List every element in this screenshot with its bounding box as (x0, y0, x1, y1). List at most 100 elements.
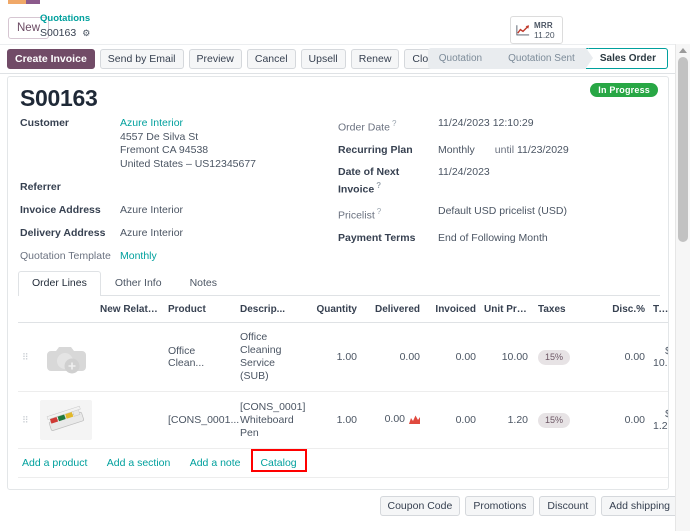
mrr-smart-button[interactable]: MRR 11.20 (510, 16, 563, 44)
next-invoice-value[interactable]: 11/24/2023 (438, 166, 490, 197)
quotation-template-value[interactable]: Monthly (120, 250, 157, 263)
tax-excl-cell[interactable]: $ 10.00 (649, 322, 668, 392)
header-image (36, 296, 96, 323)
coupon-code-button[interactable]: Coupon Code (379, 496, 461, 516)
header-description[interactable]: Descrip... (236, 296, 299, 323)
invoice-address-label: Invoice Address (20, 204, 101, 216)
product-cell[interactable]: [CONS_0001... (164, 391, 239, 449)
status-badge-in-progress: In Progress (590, 83, 658, 97)
cancel-button[interactable]: Cancel (246, 49, 296, 69)
vertical-scrollbar[interactable] (675, 44, 690, 531)
promotions-button[interactable]: Promotions (465, 496, 535, 516)
drag-handle-icon[interactable]: ⠿ (18, 322, 36, 392)
header-quantity[interactable]: Quantity (299, 296, 361, 323)
invoiced-cell[interactable]: 0.00 (424, 322, 480, 392)
field-quotation-template: Quotation Template Monthly (20, 250, 350, 263)
table-row[interactable]: ⠿ Office Clean... Office Cleaning Servic… (18, 322, 668, 392)
add-a-section-link[interactable]: Add a section (107, 457, 171, 469)
recurring-plan-value[interactable]: Monthly until 11/23/2029 (438, 144, 569, 157)
order-date-value[interactable]: 11/24/2023 12:10:29 (438, 117, 534, 135)
delivery-warning-icon[interactable] (409, 415, 420, 427)
notebook: Order Lines Other Info Notes New Relate.… (18, 270, 668, 478)
send-by-email-button[interactable]: Send by Email (99, 49, 184, 69)
unit-price-cell[interactable]: 1.20 (480, 391, 532, 449)
header-taxes[interactable]: Taxes (532, 296, 587, 323)
add-shipping-button[interactable]: Add shipping (601, 496, 678, 516)
right-field-group: Order Date? 11/24/2023 12:10:29 Recurrin… (338, 117, 663, 252)
help-icon[interactable]: ? (392, 119, 396, 128)
unit-price-cell[interactable]: 10.00 (480, 322, 532, 392)
delivered-cell[interactable]: 0.00 (361, 322, 424, 392)
taxes-cell[interactable]: 15% (532, 391, 587, 449)
new-related-cell[interactable] (96, 322, 164, 392)
field-recurring-plan: Recurring Plan Monthly until 11/23/2029 (338, 144, 663, 157)
recurring-until-value: 11/23/2029 (516, 143, 569, 156)
order-date-label: Order Date? (338, 117, 438, 135)
header-invoiced[interactable]: Invoiced (424, 296, 480, 323)
quotation-template-label: Quotation Template (20, 250, 111, 262)
tax-excl-cell[interactable]: $ 1.20 (649, 391, 668, 449)
delivery-address-label: Delivery Address (20, 227, 106, 239)
whiteboard-pen-product-image (40, 400, 92, 440)
invoice-address-value[interactable]: Azure Interior (120, 204, 183, 217)
discount-cell[interactable]: 0.00 (587, 391, 649, 449)
scrollbar-thumb[interactable] (678, 57, 688, 242)
invoiced-cell[interactable]: 0.00 (424, 391, 480, 449)
customer-value: Azure Interior 4557 De Silva St Fremont … (120, 117, 256, 171)
header-tax-excl[interactable]: Tax excl. (649, 296, 668, 323)
add-a-product-link[interactable]: Add a product (22, 457, 87, 469)
field-customer: Customer Azure Interior 4557 De Silva St… (20, 117, 350, 171)
page-title: S00163 (20, 85, 98, 111)
pricelist-value[interactable]: Default USD pricelist (USD) (438, 205, 567, 223)
create-invoice-button[interactable]: Create Invoice (7, 49, 95, 69)
taxes-cell[interactable]: 15% (532, 322, 587, 392)
delivered-cell[interactable]: 0.00 (361, 391, 424, 449)
tax-badge: 15% (538, 349, 571, 365)
help-icon[interactable]: ? (376, 181, 381, 190)
footer-button-row: Coupon Code Promotions Discount Add ship… (0, 496, 690, 516)
drag-handle-icon[interactable]: ⠿ (18, 391, 36, 449)
tab-notes[interactable]: Notes (176, 271, 231, 296)
customer-address-line-1: 4557 De Silva St (120, 130, 199, 143)
breadcrumb-parent-quotations[interactable]: Quotations (40, 13, 90, 25)
header-product[interactable]: Product (164, 296, 236, 323)
table-row[interactable]: ⠿ [CONS_0001... [CONS_0001] Whiteboard P… (18, 391, 668, 449)
customer-name-link[interactable]: Azure Interior (120, 117, 256, 131)
tab-order-lines[interactable]: Order Lines (18, 271, 101, 296)
quantity-cell[interactable]: 1.00 (299, 391, 361, 449)
accent-bar-orange (8, 0, 26, 4)
mrr-value: 11.20 (534, 29, 555, 40)
header-unit-price[interactable]: Unit Price (480, 296, 532, 323)
header-discount[interactable]: Disc.% (587, 296, 649, 323)
product-image-cell[interactable] (36, 322, 96, 392)
header-delivered[interactable]: Delivered (361, 296, 424, 323)
preview-button[interactable]: Preview (188, 49, 242, 69)
field-next-invoice-date: Date of Next Invoice? 11/24/2023 (338, 166, 663, 197)
header-new-related[interactable]: New Relate... (96, 296, 164, 323)
discount-button[interactable]: Discount (539, 496, 597, 516)
product-image-cell[interactable] (36, 391, 96, 449)
scroll-up-arrow-icon[interactable] (679, 48, 687, 53)
status-quotation-sent[interactable]: Quotation Sent (493, 48, 595, 69)
description-cell[interactable]: [CONS_0001] Whiteboard Pen (236, 391, 305, 449)
status-sales-order[interactable]: Sales Order (585, 48, 668, 69)
help-icon[interactable]: ? (377, 207, 381, 216)
tab-other-info[interactable]: Other Info (101, 271, 176, 296)
gear-icon[interactable]: ⚙ (82, 27, 90, 39)
description-cell[interactable]: Office Cleaning Service (SUB) (236, 322, 299, 392)
new-related-cell[interactable] (96, 391, 164, 449)
add-a-note-link[interactable]: Add a note (190, 457, 241, 469)
customer-address-line-3: United States – US12345677 (120, 157, 257, 170)
quantity-cell[interactable]: 1.00 (299, 322, 361, 392)
discount-cell[interactable]: 0.00 (587, 322, 649, 392)
record-sheet: In Progress S00163 Customer Azure Interi… (7, 76, 669, 490)
payment-terms-value[interactable]: End of Following Month (438, 232, 548, 245)
upsell-button[interactable]: Upsell (300, 49, 346, 69)
order-date-label-text: Order Date (338, 121, 390, 134)
delivery-address-value[interactable]: Azure Interior (120, 227, 183, 240)
mrr-label: MRR (534, 20, 553, 30)
product-cell[interactable]: Office Clean... (164, 322, 236, 392)
recurring-until-label: until (494, 143, 515, 156)
renew-button[interactable]: Renew (350, 49, 400, 69)
status-quotation[interactable]: Quotation (427, 48, 503, 69)
